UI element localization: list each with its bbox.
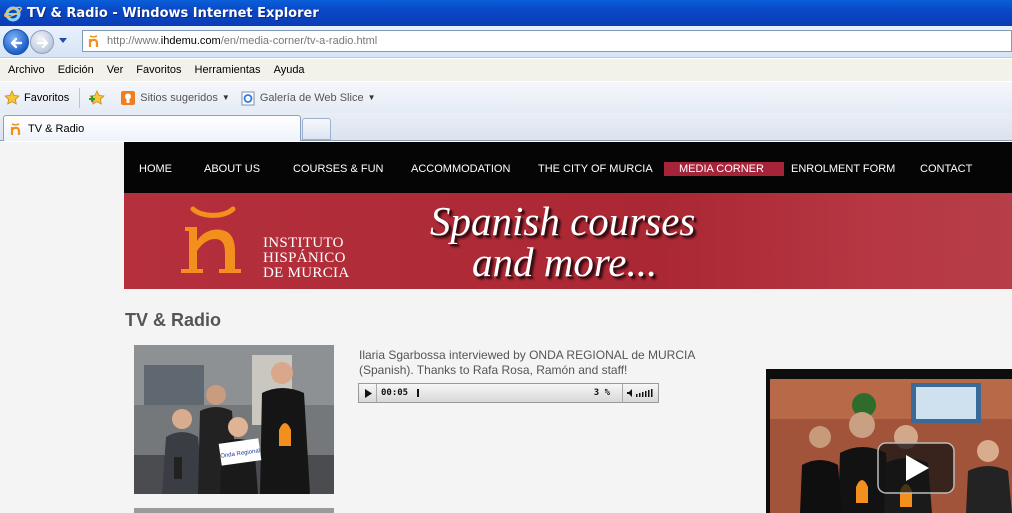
video-thumbnail	[770, 379, 1012, 513]
window-title: TV & Radio - Windows Internet Explorer	[27, 5, 319, 21]
menu-edicion[interactable]: Edición	[53, 64, 99, 76]
video-player[interactable]	[766, 369, 1012, 513]
favorites-separator	[79, 87, 81, 108]
forward-button[interactable]	[30, 30, 54, 54]
chevron-down-icon: ▼	[221, 93, 230, 102]
play-icon	[364, 388, 372, 398]
site-favicon-icon	[10, 122, 21, 135]
add-favorite-button[interactable]	[88, 89, 110, 106]
tagline-line-2: and more...	[472, 239, 658, 285]
second-photo[interactable]	[134, 508, 334, 513]
site-navigation: HOME ABOUT US COURSES & FUN ACCOMMODATIO…	[124, 142, 1012, 193]
nav-home[interactable]: HOME	[139, 162, 172, 176]
page-title: TV & Radio	[125, 310, 222, 330]
progress-knob[interactable]	[417, 389, 420, 397]
address-bar: http://www.ihdemu.com/en/media-corner/tv…	[0, 26, 1012, 58]
tab-bar: TV & Radio	[0, 113, 1012, 141]
favorites-label: Favoritos	[24, 91, 70, 104]
interview-caption: Ilaria Sgarbossa interviewed by ONDA REG…	[359, 348, 695, 377]
institute-name: INSTITUTO HISPÁNICO DE MURCIA	[263, 236, 349, 281]
progress-track	[417, 389, 420, 397]
back-button[interactable]	[3, 29, 29, 55]
tab-tv-radio[interactable]: TV & Radio	[3, 115, 301, 141]
add-to-favorites-icon	[89, 89, 106, 105]
play-button[interactable]	[359, 384, 377, 402]
history-dropdown-icon[interactable]	[58, 37, 68, 45]
header-banner: INSTITUTO HISPÁNICO DE MURCIA Spanish co…	[124, 193, 1012, 289]
menu-ayuda[interactable]: Ayuda	[269, 64, 310, 76]
audio-progress-bar[interactable]	[412, 387, 590, 399]
arrow-right-icon	[36, 37, 49, 49]
nav-accommodation[interactable]: ACCOMMODATION	[411, 162, 510, 176]
suggested-sites-button[interactable]: Sitios sugeridos ▼	[120, 90, 230, 106]
menu-ver[interactable]: Ver	[102, 64, 129, 76]
volume-control[interactable]	[622, 384, 658, 402]
nav-enrolment-form[interactable]: ENROLMENT FORM	[791, 162, 895, 176]
nav-city-of-murcia[interactable]: THE CITY OF MURCIA	[538, 162, 653, 176]
suggested-sites-icon	[121, 90, 136, 105]
favorites-bar: Favoritos Sitios sugeridos ▼ Galería de …	[0, 81, 1012, 113]
site-favicon-icon	[86, 33, 102, 49]
tagline-line-1: Spanish courses	[430, 198, 696, 244]
nav-contact[interactable]: CONTACT	[920, 162, 972, 176]
audio-time: 00:05	[381, 388, 409, 398]
web-slice-gallery-button[interactable]: Galería de Web Slice ▼	[240, 90, 376, 106]
web-page: HOME ABOUT US COURSES & FUN ACCOMMODATIO…	[0, 142, 1012, 513]
nav-media-corner[interactable]: MEDIA CORNER	[664, 162, 784, 176]
interview-photo[interactable]: Onda Regional	[134, 345, 334, 494]
menu-archivo[interactable]: Archivo	[3, 64, 50, 76]
window-title-bar: TV & Radio - Windows Internet Explorer	[0, 0, 1012, 26]
institute-line-1: INSTITUTO	[263, 235, 344, 251]
volume-icon	[626, 389, 652, 397]
menu-herramientas[interactable]: Herramientas	[190, 64, 266, 76]
menu-bar: Archivo Edición Ver Favoritos Herramient…	[0, 59, 1012, 81]
audio-player[interactable]: 00:05 3 %	[358, 383, 659, 403]
menu-favoritos[interactable]: Favoritos	[131, 64, 186, 76]
institute-logo[interactable]	[179, 203, 259, 281]
internet-explorer-icon	[4, 6, 22, 22]
banner-tagline: Spanish courses and more...	[430, 201, 695, 283]
favorites-button[interactable]: Favoritos	[4, 89, 70, 106]
url-text: http://www.ihdemu.com/en/media-corner/tv…	[107, 35, 378, 47]
institute-line-3: DE MURCIA	[263, 265, 350, 281]
web-slice-label: Galería de Web Slice	[259, 91, 364, 104]
chevron-down-icon: ▼	[367, 93, 376, 102]
nav-courses-fun[interactable]: COURSES & FUN	[293, 162, 383, 176]
institute-line-2: HISPÁNICO	[263, 250, 346, 266]
nav-about-us[interactable]: ABOUT US	[204, 162, 260, 176]
star-icon	[4, 89, 20, 105]
tab-label: TV & Radio	[28, 122, 85, 135]
interview-photo-image: Onda Regional	[134, 345, 334, 494]
suggested-sites-label: Sitios sugeridos	[140, 91, 218, 104]
arrow-left-icon	[10, 37, 23, 49]
audio-percent: 3 %	[593, 388, 610, 398]
web-slice-icon	[241, 91, 255, 105]
new-tab-button[interactable]	[302, 118, 331, 140]
url-field[interactable]: http://www.ihdemu.com/en/media-corner/tv…	[82, 30, 1012, 52]
